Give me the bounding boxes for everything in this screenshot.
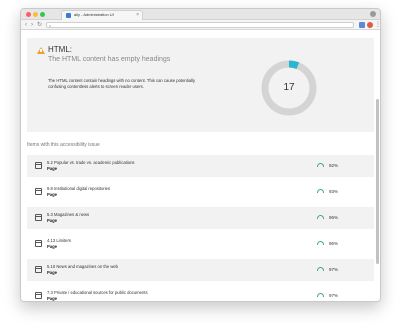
item-name[interactable]: 5.3 Magazines & news bbox=[47, 212, 89, 217]
list-item[interactable]: 5.2 Popular vs. trade vs. academic publi… bbox=[27, 155, 374, 177]
page-icon bbox=[35, 266, 42, 273]
item-score: 97% bbox=[329, 293, 339, 298]
menu-icon[interactable]: ⋮ bbox=[375, 21, 380, 29]
items-list: 5.2 Popular vs. trade vs. academic publi… bbox=[27, 155, 374, 301]
profile-icon[interactable] bbox=[370, 11, 376, 17]
issue-subtitle: The HTML content has empty headings bbox=[48, 56, 171, 63]
forward-icon[interactable]: › bbox=[31, 21, 33, 29]
item-name[interactable]: 5.2 Popular vs. trade vs. academic publi… bbox=[47, 160, 135, 165]
tab-title: ally - Administration UI bbox=[74, 12, 114, 17]
extension-icon[interactable] bbox=[367, 22, 373, 28]
item-name[interactable]: 9.8 Institutional digital repositories bbox=[47, 186, 110, 191]
item-score: 92% bbox=[329, 163, 339, 168]
extension-icon[interactable] bbox=[359, 22, 365, 28]
gauge-icon bbox=[317, 267, 324, 271]
maximize-window-button[interactable] bbox=[40, 12, 45, 17]
issue-description: The HTML content contain headings with n… bbox=[48, 78, 196, 89]
item-type: Page bbox=[47, 296, 58, 301]
list-item[interactable]: 4.13 Limiters Page 96% bbox=[27, 233, 374, 255]
gauge-icon bbox=[317, 293, 324, 297]
page-content: HTML: The HTML content has empty heading… bbox=[21, 31, 380, 301]
warning-icon bbox=[37, 47, 45, 54]
tab-close-icon[interactable]: × bbox=[136, 12, 139, 18]
page-icon bbox=[35, 214, 42, 221]
address-bar[interactable]: ⌕ bbox=[46, 22, 354, 28]
item-name[interactable]: 7.3 Private / educational sources for pu… bbox=[47, 290, 148, 295]
gauge-icon bbox=[317, 189, 324, 193]
browser-toolbar: ‹ › ↻ ⌕ ⋮ bbox=[21, 20, 380, 30]
issue-title: HTML: bbox=[48, 45, 72, 54]
reload-icon[interactable]: ↻ bbox=[37, 21, 42, 29]
item-score: 97% bbox=[329, 267, 339, 272]
page-icon bbox=[35, 240, 42, 247]
gauge-icon bbox=[317, 241, 324, 245]
gauge-icon bbox=[317, 215, 324, 219]
item-type: Page bbox=[47, 244, 58, 249]
section-heading: Items with this accessibility issue bbox=[27, 142, 100, 148]
page-icon bbox=[35, 292, 42, 299]
item-type: Page bbox=[47, 218, 58, 223]
list-item[interactable]: 9.8 Institutional digital repositories Pa… bbox=[27, 181, 374, 203]
search-icon: ⌕ bbox=[49, 23, 52, 28]
favicon-icon bbox=[66, 13, 71, 18]
page-icon bbox=[35, 162, 42, 169]
issue-count: 17 bbox=[283, 82, 295, 93]
browser-window: ally - Administration UI × ‹ › ↻ ⌕ ⋮ HTM… bbox=[20, 8, 381, 302]
item-type: Page bbox=[47, 166, 58, 171]
list-item[interactable]: 7.3 Private / educational sources for pu… bbox=[27, 285, 374, 301]
close-window-button[interactable] bbox=[26, 12, 31, 17]
title-bar: ally - Administration UI × bbox=[21, 9, 380, 20]
item-score: 96% bbox=[329, 215, 339, 220]
item-score: 93% bbox=[329, 189, 339, 194]
browser-tab[interactable]: ally - Administration UI × bbox=[61, 10, 143, 20]
list-item[interactable]: 5.3 Magazines & news Page 96% bbox=[27, 207, 374, 229]
item-name[interactable]: 5.10 News and magazines on the web bbox=[47, 264, 118, 269]
item-type: Page bbox=[47, 192, 58, 197]
item-score: 96% bbox=[329, 241, 339, 246]
issue-summary-card: HTML: The HTML content has empty heading… bbox=[27, 38, 374, 132]
item-type: Page bbox=[47, 270, 58, 275]
list-item[interactable]: 5.10 News and magazines on the web Page 97… bbox=[27, 259, 374, 281]
item-name[interactable]: 4.13 Limiters bbox=[47, 238, 71, 243]
scrollbar-thumb[interactable] bbox=[376, 99, 379, 264]
page-icon bbox=[35, 188, 42, 195]
back-icon[interactable]: ‹ bbox=[25, 21, 27, 29]
minimize-window-button[interactable] bbox=[33, 12, 38, 17]
gauge-icon bbox=[317, 163, 324, 167]
